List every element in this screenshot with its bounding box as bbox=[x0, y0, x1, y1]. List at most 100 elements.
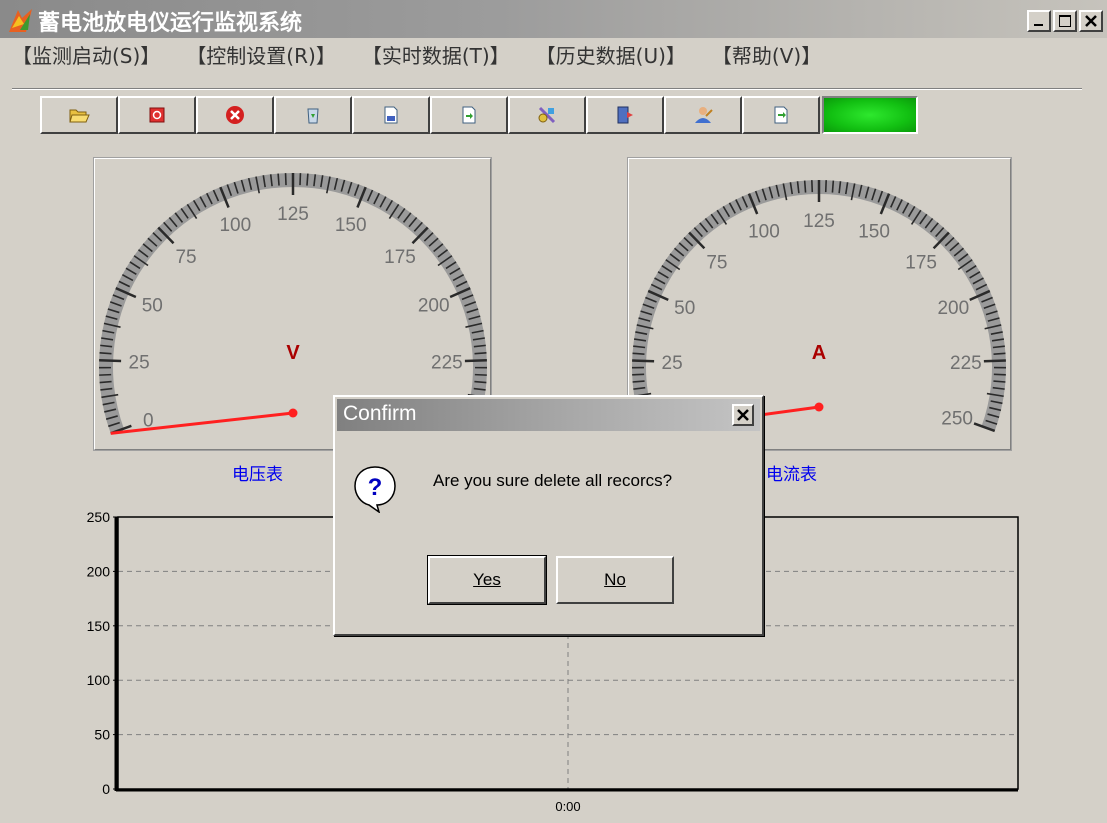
gauge-tick bbox=[831, 180, 835, 193]
gauge-tick bbox=[99, 380, 112, 384]
no-button[interactable]: No bbox=[556, 556, 674, 604]
maximize-icon bbox=[1059, 15, 1071, 27]
gauge-tick-label: 100 bbox=[219, 215, 251, 236]
gauge-tick bbox=[632, 373, 645, 376]
gauge-needle-pivot bbox=[814, 402, 824, 412]
gauge-tick bbox=[277, 173, 280, 186]
gauge-tick-label: 50 bbox=[674, 298, 695, 319]
dialog-close-button[interactable] bbox=[732, 404, 754, 426]
gauge-tick bbox=[99, 351, 112, 355]
dialog-title-bar: Confirm bbox=[337, 399, 760, 431]
menu-bar: 【监测启动(S)】 【控制设置(R)】 【实时数据(T)】 【历史数据(U)】 … bbox=[12, 40, 847, 72]
chart-y-tick-label: 100 bbox=[87, 672, 111, 688]
gauge-tick bbox=[993, 380, 1006, 383]
gauge-tick-label: 250 bbox=[941, 408, 973, 429]
current-gauge-caption: 电流表 bbox=[766, 465, 817, 485]
dialog-title: Confirm bbox=[343, 402, 417, 425]
gauge-tick-label: 200 bbox=[937, 298, 969, 319]
gauge-unit-label: A bbox=[812, 342, 826, 364]
gauge-tick bbox=[474, 380, 487, 384]
gauge-tick-label: 125 bbox=[277, 204, 309, 225]
gauge-tick bbox=[99, 373, 112, 376]
chart-y-tick-label: 0 bbox=[102, 781, 110, 797]
toolbar-recycle-button[interactable] bbox=[274, 96, 352, 134]
gauge-tick-label: 50 bbox=[142, 295, 163, 316]
close-button[interactable] bbox=[1079, 10, 1103, 32]
recycle-icon bbox=[307, 108, 319, 124]
gauge-tick-label: 225 bbox=[431, 353, 463, 374]
toolbar-open-button[interactable] bbox=[40, 96, 118, 134]
app-icon bbox=[9, 9, 32, 32]
toolbar-user-button[interactable] bbox=[664, 96, 742, 134]
gauge-tick bbox=[803, 180, 807, 193]
minimize-icon bbox=[1034, 24, 1043, 26]
gauge-tick-label: 150 bbox=[335, 215, 367, 236]
yes-button-label: Yes bbox=[473, 570, 501, 589]
gauge-tick-label: 150 bbox=[858, 222, 890, 243]
gauge-tick-label: 200 bbox=[418, 295, 450, 316]
minimize-button[interactable] bbox=[1027, 10, 1051, 32]
menu-realtime-data[interactable]: 【实时数据(T)】 bbox=[362, 40, 510, 72]
gauge-tick-label: 25 bbox=[129, 353, 150, 374]
yes-button[interactable]: Yes bbox=[427, 555, 547, 605]
gauge-tick-label: 175 bbox=[384, 247, 416, 268]
gauge-tick bbox=[632, 380, 645, 383]
voltage-gauge-caption: 电压表 bbox=[232, 465, 283, 485]
confirm-dialog: Confirm ? Are you sure delete all recorc… bbox=[333, 395, 764, 636]
maximize-button[interactable] bbox=[1053, 10, 1077, 32]
open-folder-icon bbox=[69, 109, 90, 123]
user-icon bbox=[695, 107, 713, 123]
chart-y-tick-label: 250 bbox=[87, 509, 111, 525]
gauge-needle bbox=[110, 411, 294, 435]
error-cross-icon bbox=[226, 106, 244, 124]
gauge-needle-pivot bbox=[288, 408, 298, 418]
chart-y-tick-label: 200 bbox=[87, 563, 111, 579]
chart-x-tick-label: 0:00 bbox=[555, 799, 580, 814]
status-indicator bbox=[822, 96, 918, 134]
window-title: 蓄电池放电仪运行监视系统 bbox=[38, 11, 303, 36]
chart-y-tick-label: 50 bbox=[94, 727, 110, 743]
settings-icon bbox=[538, 106, 556, 124]
toolbar-settings-button[interactable] bbox=[508, 96, 586, 134]
toolbar-delete-button[interactable] bbox=[196, 96, 274, 134]
gauge-tick bbox=[632, 352, 645, 355]
gauge-tick-label: 175 bbox=[905, 252, 937, 273]
exit-door-icon bbox=[617, 106, 633, 124]
gauge-tick-label: 225 bbox=[950, 353, 982, 374]
gauge-tick bbox=[474, 373, 487, 376]
dialog-message: Are you sure delete all recorcs? bbox=[433, 471, 673, 490]
menu-control-settings[interactable]: 【控制设置(R)】 bbox=[186, 40, 336, 72]
toolbar bbox=[40, 96, 918, 134]
toolbar-document-button[interactable] bbox=[352, 96, 430, 134]
gauge-tick bbox=[993, 373, 1006, 376]
menu-help[interactable]: 【帮助(V)】 bbox=[712, 40, 821, 72]
gauge-tick bbox=[993, 352, 1006, 355]
gauge-tick bbox=[983, 359, 1006, 363]
gauge-tick bbox=[474, 351, 487, 355]
gauge-tick-label: 75 bbox=[706, 252, 727, 273]
gauge-tick-label: 125 bbox=[803, 211, 835, 232]
toolbar-exit-button[interactable] bbox=[586, 96, 664, 134]
toolbar-report-button[interactable] bbox=[742, 96, 820, 134]
stop-icon bbox=[149, 107, 165, 123]
gauge-tick bbox=[632, 359, 655, 363]
close-icon bbox=[737, 409, 749, 421]
question-icon: ? bbox=[354, 466, 396, 513]
chart-y-tick-label: 150 bbox=[87, 618, 111, 634]
gauge-tick bbox=[464, 358, 487, 363]
gauge-tick bbox=[99, 358, 122, 363]
gauge-tick-label: 100 bbox=[748, 222, 780, 243]
gauge-unit-label: V bbox=[286, 342, 300, 364]
menu-history-data[interactable]: 【历史数据(U)】 bbox=[536, 40, 686, 72]
gauge-tick-label: 75 bbox=[175, 247, 196, 268]
svg-text:?: ? bbox=[368, 474, 383, 501]
toolbar-stop-button[interactable] bbox=[118, 96, 196, 134]
gauge-tick bbox=[306, 173, 309, 186]
gauge-tick-label: 25 bbox=[662, 353, 683, 374]
menu-divider bbox=[12, 88, 1082, 90]
menu-monitor-start[interactable]: 【监测启动(S)】 bbox=[12, 40, 160, 72]
close-icon bbox=[1085, 15, 1097, 27]
toolbar-export-button[interactable] bbox=[430, 96, 508, 134]
title-bar: 蓄电池放电仪运行监视系统 bbox=[0, 0, 1107, 38]
report-icon bbox=[774, 106, 788, 124]
